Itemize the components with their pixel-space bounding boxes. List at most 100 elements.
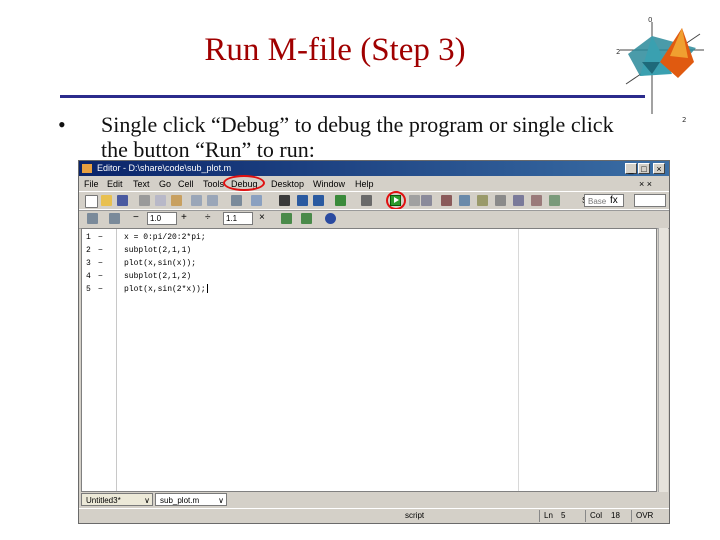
back-icon[interactable] [297, 195, 308, 206]
cell-eval-icon[interactable] [281, 213, 292, 224]
window-titlebar[interactable]: Editor - D:\share\code\sub_plot.m _ □ × [79, 161, 669, 176]
breakpoint-marker[interactable]: − [98, 231, 103, 244]
run-icon[interactable] [390, 195, 401, 206]
step-in-icon[interactable] [441, 195, 452, 206]
cut-icon[interactable] [139, 195, 150, 206]
breakpoint-marker[interactable]: − [98, 257, 103, 270]
chevron-down-icon[interactable]: ∨ [218, 494, 224, 507]
code-text: plot(x,sin(x)); [124, 259, 197, 268]
divide-label: ÷ [205, 212, 211, 223]
tab-sub-plot[interactable]: sub_plot.m ∨ [155, 493, 227, 506]
bullet-marker: • [58, 112, 66, 137]
menu-edit[interactable]: Edit [107, 177, 123, 191]
status-bar: script Ln 5 Col 18 OVR [79, 508, 669, 524]
function-icon[interactable] [335, 195, 346, 206]
status-col-label: Col [585, 510, 605, 522]
close-button[interactable]: × [653, 163, 665, 174]
line-number: 2 [86, 246, 91, 255]
menu-bar: File Edit Text Go Cell Tools Debug Deskt… [79, 175, 669, 191]
cell-value-input-2[interactable]: 1.1 [223, 212, 253, 225]
menu-help[interactable]: Help [355, 177, 374, 191]
main-toolbar: Stack: Base fx [79, 191, 669, 211]
bullet-text: Single click “Debug” to debug the progra… [101, 112, 614, 162]
code-text: subplot(2,1,2) [124, 272, 192, 281]
cell-value-input-1[interactable]: 1.0 [147, 212, 177, 225]
run-dropdown-icon[interactable] [409, 195, 420, 206]
code-line[interactable]: 2 − subplot(2,1,1) [82, 244, 518, 257]
editor-window: Editor - D:\share\code\sub_plot.m _ □ × … [78, 160, 670, 524]
svg-text:2: 2 [682, 116, 686, 124]
stack-up-icon[interactable] [531, 195, 542, 206]
code-text-value: plot(x,sin(2*x)); [124, 285, 206, 294]
right-margin-line [518, 229, 519, 491]
menu-file[interactable]: File [84, 177, 99, 191]
step-icon[interactable] [421, 195, 432, 206]
find-icon[interactable] [279, 195, 290, 206]
cell-toolbar: − 1.0 + ÷ 1.1 × [79, 209, 669, 229]
breakpoint-marker[interactable]: − [98, 283, 103, 296]
menu-cell[interactable]: Cell [178, 177, 194, 191]
slide-title: Run M-file (Step 3) [204, 32, 466, 68]
vertical-scrollbar[interactable] [658, 228, 668, 492]
stack-down-icon[interactable] [549, 195, 560, 206]
tab-untitled3[interactable]: Untitled3* ∨ [81, 493, 153, 506]
step-out-icon[interactable] [459, 195, 470, 206]
new-file-icon[interactable] [85, 195, 98, 208]
tab-label: sub_plot.m [160, 496, 200, 505]
evaluate-cell-icon[interactable] [109, 213, 120, 224]
chevron-down-icon[interactable]: ∨ [144, 494, 150, 507]
code-line[interactable]: 1 − x = 0:pi/20:2*pi; [82, 231, 518, 244]
breakpoint-marker[interactable]: − [98, 244, 103, 257]
print-preview-icon[interactable] [251, 195, 262, 206]
copy-icon[interactable] [155, 195, 166, 206]
clear-breakpoints-icon[interactable] [495, 195, 506, 206]
breakpoint-marker[interactable]: − [98, 270, 103, 283]
svg-text:0: 0 [648, 16, 652, 24]
status-ln-label: Ln [539, 510, 555, 522]
text-cursor [206, 284, 208, 294]
tab-label: Untitled3* [86, 496, 121, 505]
line-number: 4 [86, 272, 91, 281]
code-text: subplot(2,1,1) [124, 246, 192, 255]
debug-highlight-ring [223, 175, 265, 191]
menu-close-buttons[interactable]: × × [639, 177, 652, 191]
undo-icon[interactable] [191, 195, 202, 206]
line-number: 5 [86, 285, 91, 294]
menu-go[interactable]: Go [159, 177, 171, 191]
insert-cell-icon[interactable] [87, 213, 98, 224]
open-folder-icon[interactable] [101, 195, 112, 206]
menu-text[interactable]: Text [133, 177, 150, 191]
menu-desktop[interactable]: Desktop [271, 177, 304, 191]
window-title: Editor - D:\share\code\sub_plot.m [97, 163, 232, 173]
status-ovr: OVR [631, 510, 661, 522]
menu-window[interactable]: Window [313, 177, 345, 191]
code-text: plot(x,sin(2*x)); [124, 283, 208, 296]
status-mode: script [405, 511, 425, 520]
paste-icon[interactable] [171, 195, 182, 206]
fx-label: fx [610, 195, 618, 206]
code-text: x = 0:pi/20:2*pi; [124, 233, 206, 242]
code-line[interactable]: 4 − subplot(2,1,2) [82, 270, 518, 283]
help-icon[interactable] [325, 213, 336, 224]
code-editor[interactable]: 1 − x = 0:pi/20:2*pi; 2 − subplot(2,1,1)… [81, 228, 657, 492]
menu-tools[interactable]: Tools [203, 177, 224, 191]
matlab-logo: 2 0 2 [616, 16, 704, 124]
code-line[interactable]: 3 − plot(x,sin(x)); [82, 257, 518, 270]
minimize-button[interactable]: _ [625, 163, 637, 174]
save-icon[interactable] [117, 195, 128, 206]
minus-label: − [133, 212, 139, 223]
breakpoint-set-icon[interactable] [361, 195, 372, 206]
plus-label: + [181, 212, 187, 223]
svg-text:2: 2 [616, 48, 620, 56]
cell-advance-icon[interactable] [301, 213, 312, 224]
forward-icon[interactable] [313, 195, 324, 206]
exit-debug-icon[interactable] [513, 195, 524, 206]
redo-icon[interactable] [207, 195, 218, 206]
editor-app-icon [82, 164, 92, 173]
fx-select[interactable] [634, 194, 666, 207]
code-line[interactable]: 5 − plot(x,sin(2*x)); [82, 283, 518, 296]
print-icon[interactable] [231, 195, 242, 206]
continue-icon[interactable] [477, 195, 488, 206]
title-rule [60, 95, 645, 98]
maximize-button[interactable]: □ [638, 163, 650, 174]
